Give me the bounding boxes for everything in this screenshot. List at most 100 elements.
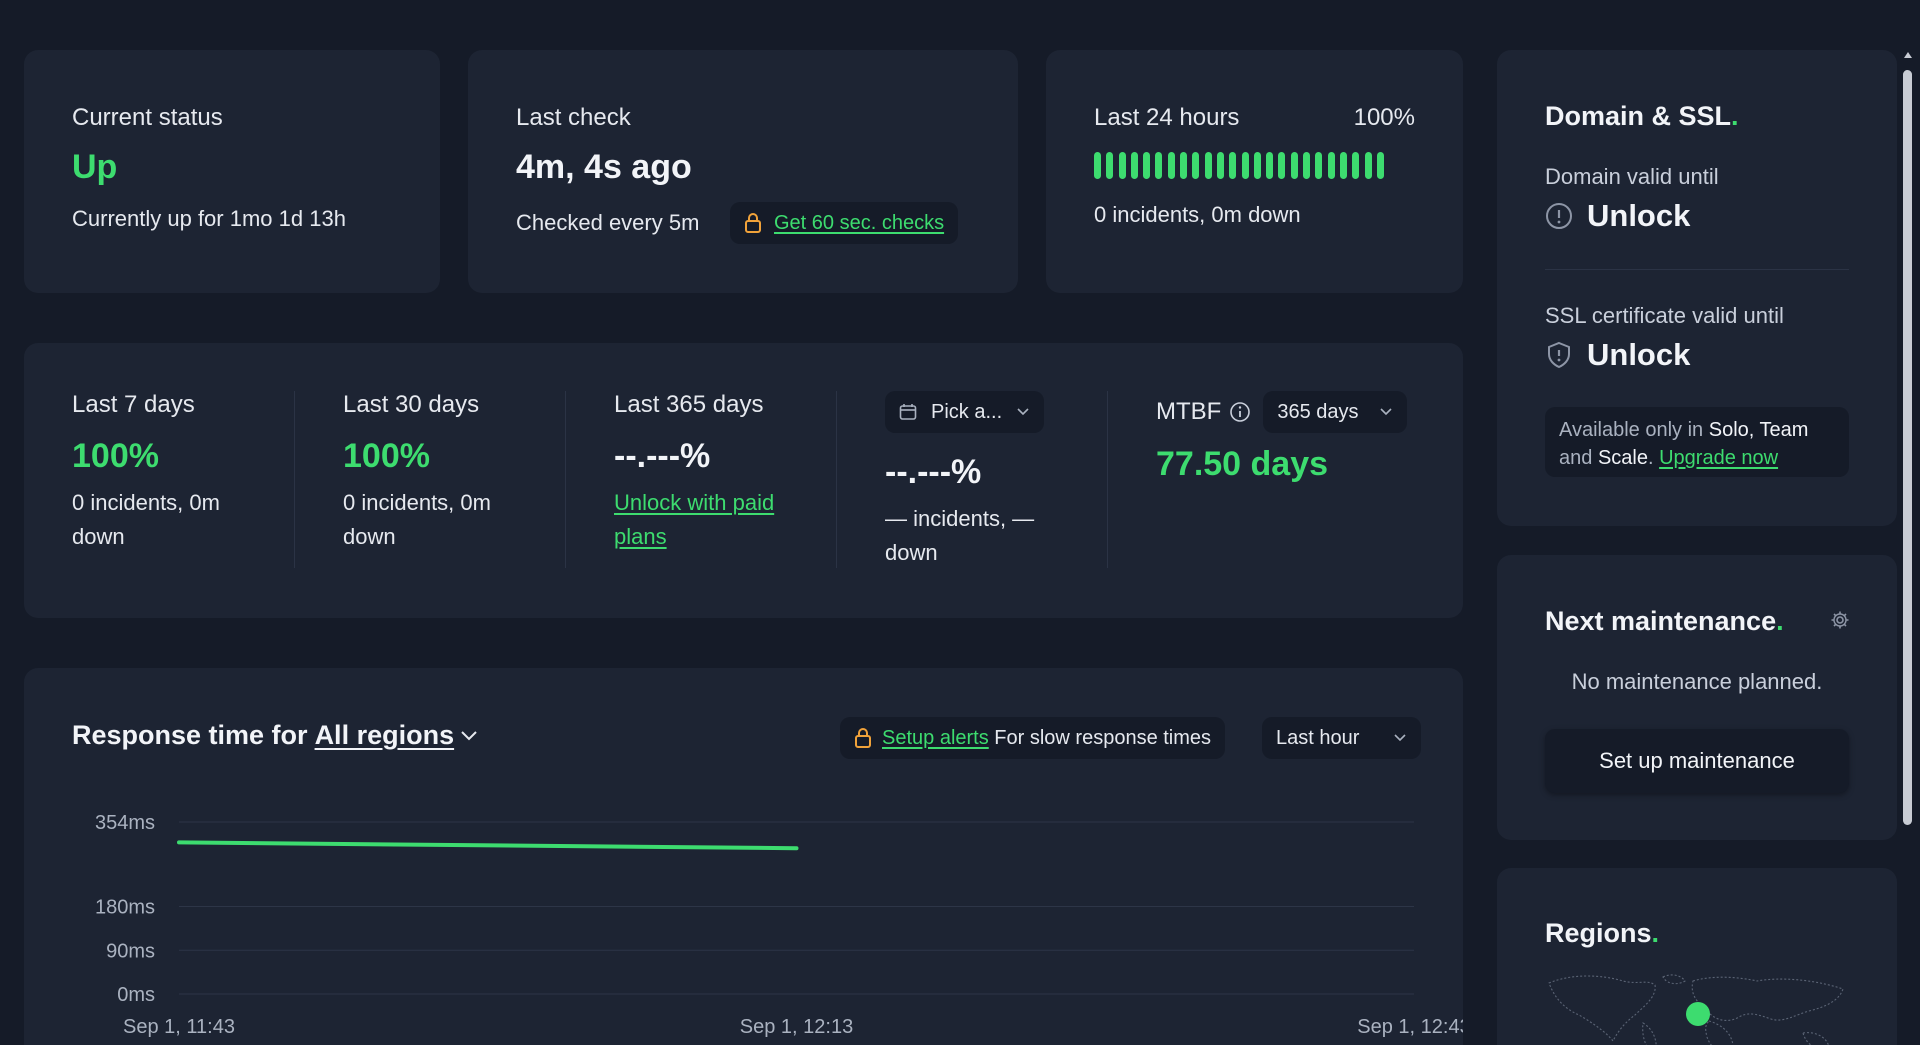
chevron-down-icon [1017,408,1029,416]
last-check-value: 4m, 4s ago [516,148,692,186]
get-60s-checks-link[interactable]: Get 60 sec. checks [774,212,944,235]
uptime-bar[interactable] [1241,152,1249,179]
last-24h-summary: 0 incidents, 0m down [1094,202,1301,227]
uptime-bar[interactable] [1290,152,1298,179]
current-status-card: Current status Up Currently up for 1mo 1… [24,50,440,293]
gear-icon[interactable] [1830,610,1850,630]
uptime-bar[interactable] [1266,152,1274,179]
stat-7-days-label: Last 7 days [72,391,195,418]
maintenance-card: Next maintenance. No maintenance planned… [1497,555,1897,840]
upgrade-checks-pill[interactable]: Get 60 sec. checks [730,202,959,244]
mtbf-range-label: 365 days [1277,400,1359,423]
divider [565,391,566,568]
stat-365-days-label: Last 365 days [614,391,764,418]
uptime-bar[interactable] [1094,152,1101,179]
uptime-bar[interactable] [1155,152,1163,179]
domain-unlock[interactable]: Unlock [1587,198,1690,234]
world-map [1548,974,1844,1045]
last-24h-card: Last 24 hours 100% 0 incidents, 0m down [1046,50,1463,293]
stat-custom-range: Pick a... --.---% — incidents, — down [885,391,1115,570]
mtbf-range-select[interactable]: 365 days [1263,391,1407,433]
uptime-bar[interactable] [1130,152,1138,179]
stat-365-days-value: --.---% [614,437,711,475]
uptime-bar[interactable] [1339,152,1347,179]
ssl-valid-row: Unlock [1545,337,1690,373]
divider [1545,269,1849,270]
y-tick-label: 354ms [95,812,155,834]
stat-30-days-value: 100% [343,437,430,475]
divider [836,391,837,568]
last-24h-label: Last 24 hours [1094,104,1240,131]
upgrade-now-link[interactable]: Upgrade now [1659,447,1778,469]
x-tick-label: Sep 1, 12:43 [1357,1016,1463,1038]
y-tick-label: 0ms [117,984,155,1006]
ssl-unlock[interactable]: Unlock [1587,337,1690,373]
shield-alert-icon [1548,341,1570,369]
y-tick-label: 90ms [106,940,155,962]
last-check-card: Last check 4m, 4s ago Checked every 5m G… [468,50,1018,293]
uptime-bar[interactable] [1315,152,1323,179]
regions-card: Regions. [1497,868,1897,1045]
domain-valid-label: Domain valid until [1545,164,1719,189]
uptime-bar[interactable] [1180,152,1188,179]
region-marker[interactable] [1686,1002,1710,1026]
stat-30-days-summary: 0 incidents, 0m down [343,490,491,549]
response-time-card: Response time for All regions Setup aler… [24,668,1463,1045]
no-maintenance-text: No maintenance planned. [1571,669,1823,694]
mtbf-label: MTBF [1156,398,1222,425]
regions-title: Regions. [1545,918,1660,948]
uptime-duration: Currently up for 1mo 1d 13h [72,206,346,231]
uptime-stats-card: Last 7 days 100% 0 incidents, 0m down La… [24,343,1463,618]
stat-7-days-summary: 0 incidents, 0m down [72,490,220,549]
uptime-bar[interactable] [1327,152,1335,179]
uptime-bar[interactable] [1204,152,1212,179]
domain-valid-row: Unlock [1545,198,1690,234]
uptime-bar[interactable] [1167,152,1175,179]
info-icon[interactable] [1229,401,1251,423]
uptime-bar[interactable] [1118,152,1126,179]
uptime-bar[interactable] [1303,152,1311,179]
date-range-picker-label: Pick a... [931,400,1003,423]
current-status-label: Current status [72,104,223,131]
x-tick-label: Sep 1, 11:43 [123,1016,235,1038]
plan-availability-note: Available only in Solo, Team and Scale. … [1545,407,1849,477]
uptime-bar[interactable] [1364,152,1372,179]
setup-maintenance-button[interactable]: Set up maintenance [1545,729,1849,793]
uptime-bar[interactable] [1106,152,1114,179]
uptime-bar[interactable] [1229,152,1237,179]
uptime-bar[interactable] [1216,152,1224,179]
mtbf-value: 77.50 days [1156,445,1329,483]
uptime-bar[interactable] [1352,152,1360,179]
lock-icon [745,213,761,233]
stat-custom-value: --.---% [885,453,982,491]
stat-30-days: Last 30 days 100% 0 incidents, 0m down [343,391,573,554]
stat-custom-summary: — incidents, — down [885,506,1035,565]
stat-7-days: Last 7 days 100% 0 incidents, 0m down [72,391,302,554]
uptime-bar[interactable] [1143,152,1151,179]
unlock-paid-plans-link[interactable]: Unlock with paid plans [614,486,814,554]
ssl-valid-label: SSL certificate valid until [1545,303,1784,328]
stat-30-days-label: Last 30 days [343,391,480,418]
response-time-line [177,840,799,851]
divider [294,391,295,568]
uptime-bar[interactable] [1192,152,1200,179]
maintenance-title: Next maintenance. [1545,606,1784,636]
domain-ssl-title: Domain & SSL. [1545,101,1739,131]
check-interval: Checked every 5m [516,210,700,235]
stat-7-days-value: 100% [72,437,159,475]
scrollbar-thumb[interactable] [1903,70,1912,825]
current-status-value: Up [72,148,118,186]
x-tick-label: Sep 1, 12:13 [740,1016,853,1038]
scroll-up-arrow[interactable] [1904,52,1912,58]
uptime-bar[interactable] [1376,152,1384,179]
stat-365-days: Last 365 days --.---% Unlock with paid p… [614,391,844,554]
y-tick-label: 180ms [95,897,155,919]
date-range-picker[interactable]: Pick a... [885,391,1045,433]
chevron-down-icon [1379,408,1392,416]
stat-mtbf: MTBF 365 days 77.50 days [1156,391,1426,484]
domain-ssl-card: Domain & SSL. Domain valid until Unlock … [1497,50,1897,526]
last-check-label: Last check [516,104,631,131]
uptime-bar[interactable] [1278,152,1286,179]
alert-circle-icon [1546,203,1572,229]
uptime-bar[interactable] [1253,152,1261,179]
